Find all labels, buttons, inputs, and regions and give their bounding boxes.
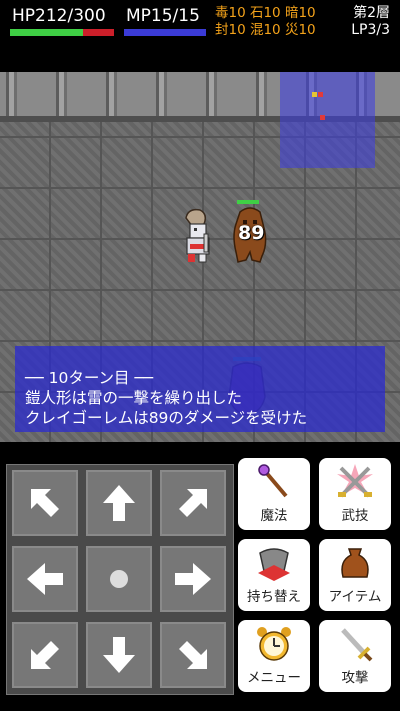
log-turn-header: ── 10ターン目 ── [25, 369, 154, 387]
direction-pad [6, 464, 234, 695]
swap-weapon-icon [258, 548, 290, 581]
move-down-left-button[interactable] [12, 622, 78, 688]
floor-number: 第2層 [353, 5, 390, 21]
swap-weapon-label: 持ち替え [247, 589, 301, 605]
menu-button[interactable]: メニュー [238, 620, 310, 692]
minimap-enemy-marker [318, 92, 323, 97]
attack-label: 攻撃 [341, 670, 369, 686]
skill-label: 武技 [341, 508, 369, 524]
magic-staff-icon [258, 464, 288, 498]
arrow-down-left-icon [31, 641, 59, 669]
magic-label: 魔法 [260, 508, 288, 524]
player-character [185, 208, 210, 263]
attack-button[interactable]: 攻撃 [319, 620, 391, 692]
damage-popup: 89 [238, 222, 265, 244]
hp-bar-fill [10, 29, 84, 36]
item-button[interactable]: アイテム [319, 539, 391, 611]
arrow-down-right-icon [179, 641, 207, 669]
arrow-up-icon [103, 485, 135, 521]
crossed-swords-icon [337, 464, 373, 498]
minimap-enemy-marker [320, 115, 325, 120]
item-label: アイテム [328, 589, 382, 605]
item-bag-icon [341, 548, 369, 578]
minimap [280, 72, 375, 168]
arrow-down-icon [103, 637, 135, 673]
move-right-button[interactable] [160, 546, 226, 612]
sword-icon [341, 628, 373, 662]
log-line: クレイゴーレムは89のダメージを受けた [25, 409, 308, 427]
battle-log: ── 10ターン目 ── 鎧人形は雷の一撃を繰り出した クレイゴーレムは89のダ… [15, 346, 385, 432]
hp-bar [10, 29, 114, 36]
status-line-1: 毒10 石10 暗10 [215, 5, 316, 21]
wait-button[interactable] [86, 546, 152, 612]
move-left-button[interactable] [12, 546, 78, 612]
move-up-left-button[interactable] [12, 470, 78, 536]
control-panel: 魔法 武技 持ち替え アイテム メニュー 攻撃 [0, 442, 400, 711]
move-down-button[interactable] [86, 622, 152, 688]
mp-text: MP15/15 [126, 6, 200, 26]
arrow-up-left-icon [31, 489, 59, 517]
mp-bar [124, 29, 206, 36]
floor-info: 第2層 LP3/3 [351, 5, 390, 39]
skill-button[interactable]: 武技 [319, 458, 391, 530]
magic-button[interactable]: 魔法 [238, 458, 310, 530]
status-ailments: 毒10 石10 暗10 封10 混10 災10 [215, 5, 316, 39]
move-up-button[interactable] [86, 470, 152, 536]
arrow-right-icon [175, 563, 211, 595]
log-line: 鎧人形は雷の一撃を繰り出した [25, 389, 243, 407]
swap-weapon-button[interactable]: 持ち替え [238, 539, 310, 611]
dot-icon [110, 570, 128, 588]
alarm-clock-icon [257, 627, 291, 661]
arrow-left-icon [27, 563, 63, 595]
move-up-right-button[interactable] [160, 470, 226, 536]
arrow-up-right-icon [179, 489, 207, 517]
hp-text: HP212/300 [12, 6, 106, 26]
lp-counter: LP3/3 [351, 22, 390, 38]
status-hud: HP212/300 MP15/15 毒10 石10 暗10 封10 混10 災1… [0, 0, 400, 72]
minimap-stairs-marker [312, 92, 317, 97]
menu-label: メニュー [247, 670, 301, 686]
move-down-right-button[interactable] [160, 622, 226, 688]
status-line-2: 封10 混10 災10 [215, 22, 316, 38]
